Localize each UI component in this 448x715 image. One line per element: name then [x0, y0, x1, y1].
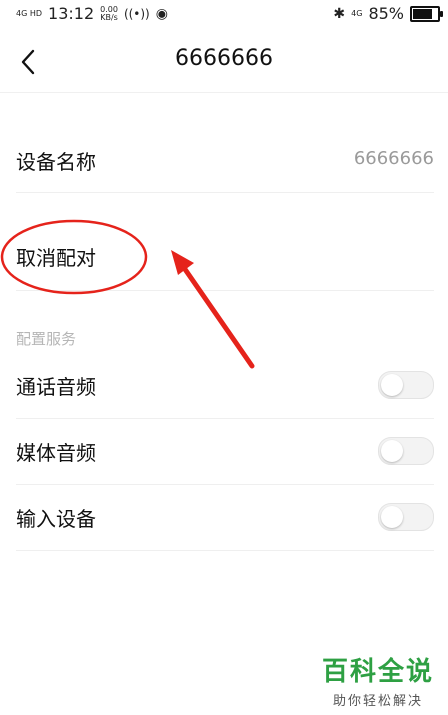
network-speed: 0.00 KB/s: [100, 5, 118, 22]
battery-percent: 85%: [368, 4, 404, 23]
call-audio-toggle[interactable]: [378, 371, 434, 399]
unpair-row[interactable]: 取消配对: [16, 222, 434, 291]
battery-icon: [410, 5, 443, 22]
services-section-title: 配置服务: [16, 330, 77, 348]
toggle-knob: [381, 440, 403, 462]
device-name-label: 设备名称: [16, 150, 96, 174]
status-bar: 4G HD 13:12 0.00 KB/s ((•)) ◉ ✱ 4G 85%: [0, 0, 448, 26]
watermark-subtitle: 助你轻松解决: [332, 694, 423, 709]
watermark: 百科全说 助你轻松解决: [322, 651, 434, 709]
service-label-media-audio: 媒体音频: [16, 441, 96, 465]
service-row-call-audio[interactable]: 通话音频: [16, 352, 434, 419]
status-time: 13:12: [48, 4, 95, 23]
top-nav: 6666666: [0, 32, 448, 93]
notification-icon: ◉: [155, 5, 168, 22]
service-label-input-device: 输入设备: [16, 507, 96, 531]
battery-fill: [413, 8, 432, 19]
toggle-knob: [381, 506, 403, 528]
battery-cap: [440, 10, 443, 17]
device-name-row[interactable]: 设备名称 6666666: [16, 126, 434, 193]
status-right: ✱ 4G 85%: [333, 4, 443, 23]
page-title: 6666666: [175, 46, 273, 71]
service-row-input-device[interactable]: 输入设备: [16, 484, 434, 551]
mobile-signal: 4G: [351, 8, 363, 18]
service-label-call-audio: 通话音频: [16, 375, 96, 399]
hotspot-icon: ((•)): [123, 6, 150, 21]
network-indicator: 4G HD: [16, 8, 43, 18]
network-speed-unit: KB/s: [100, 12, 118, 22]
toggle-knob: [381, 374, 403, 396]
media-audio-toggle[interactable]: [378, 437, 434, 465]
status-left: 4G HD 13:12 0.00 KB/s ((•)) ◉: [16, 4, 168, 23]
input-device-toggle[interactable]: [378, 503, 434, 531]
device-name-value: 6666666: [353, 148, 434, 169]
watermark-title: 百科全说: [321, 657, 434, 687]
bluetooth-icon: ✱: [333, 5, 346, 22]
unpair-label: 取消配对: [16, 246, 96, 270]
service-row-media-audio[interactable]: 媒体音频: [16, 418, 434, 485]
